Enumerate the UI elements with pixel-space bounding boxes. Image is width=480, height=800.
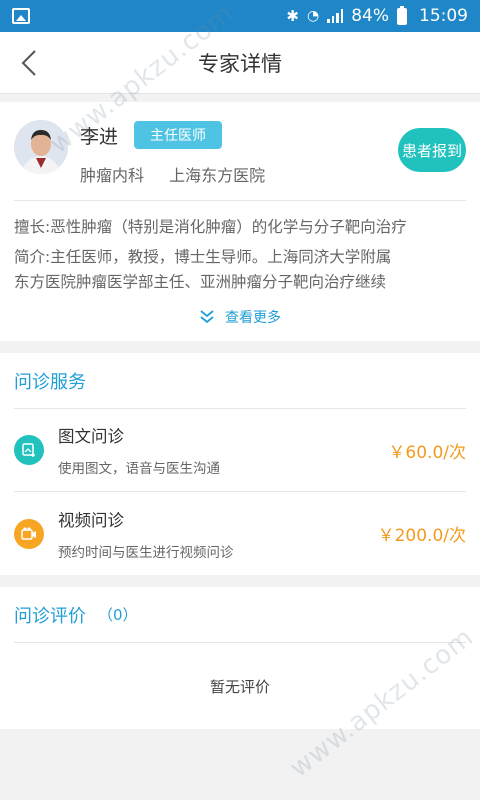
doctor-hospital: 上海东方医院 [169,166,266,185]
service-desc: 预约时间与医生进行视频问诊 [58,544,234,561]
service-item-video[interactable]: 视频问诊 预约时间与医生进行视频问诊 ￥200.0/次 [14,492,466,575]
clock: 15:09 [419,6,468,26]
signal-icon [327,9,344,23]
gallery-notification-icon [12,8,30,24]
see-more-button[interactable]: 查看更多 [14,295,466,341]
service-desc: 使用图文，语音与医生沟通 [58,461,220,477]
doctor-title-badge: 主任医师 [134,121,223,149]
battery-percent: 84% [351,6,389,26]
service-name: 视频问诊 [58,510,124,530]
doctor-avatar [14,120,68,174]
double-chevron-down-icon [200,310,214,324]
wifi-icon: ◔ [306,8,320,24]
doctor-name: 李进 [80,125,119,148]
see-more-label: 查看更多 [225,310,281,326]
nav-bar: 专家详情 [0,32,480,94]
service-name: 图文问诊 [58,427,124,446]
patient-report-button[interactable]: 患者报到 [398,128,466,172]
back-button[interactable] [14,48,44,78]
status-bar: ✱ ◔ 84% 15:09 [0,0,480,32]
bluetooth-icon: ✱ [286,7,299,25]
battery-icon [397,5,407,25]
reviews-title: 问诊评价 （0） [14,587,466,643]
doctor-specialty: 擅长:恶性肿瘤（特别是消化肿瘤）的化学与分子靶向治疗 [14,218,407,236]
service-price: ￥60.0/次 [388,442,466,463]
reviews-section: 问诊评价 （0） 暂无评价 [0,587,480,729]
page-title: 专家详情 [198,51,282,76]
services-title: 问诊服务 [14,353,466,409]
image-chat-icon [14,435,44,465]
doctor-card: 李进 主任医师 肿瘤内科 上海东方医院 患者报到 擅长:恶性肿瘤（特别是消化肿瘤… [0,102,480,341]
reviews-title-label: 问诊评价 [14,605,86,627]
service-item-image-chat[interactable]: 图文问诊 使用图文，语音与医生沟通 ￥60.0/次 [14,409,466,492]
doctor-intro-line-1: 简介:主任医师，教授，博士生导师。上海同济大学附属 [14,248,392,266]
chevron-left-icon [21,50,36,76]
doctor-department: 肿瘤内科 [80,166,145,185]
video-icon [14,518,44,549]
services-section: 问诊服务 图文问诊 使用图文，语音与医生沟通 ￥60.0/次 视频问诊 预约时间… [0,353,480,575]
doctor-header: 李进 主任医师 肿瘤内科 上海东方医院 [14,120,466,201]
reviews-count: （0） [98,606,138,624]
service-price: ￥200.0/次 [377,526,466,546]
doctor-intro-line-2: 东方医院肿瘤医学部主任、亚洲肿瘤分子靶向治疗继续 [14,273,387,291]
no-reviews-text: 暂无评价 [209,677,270,696]
